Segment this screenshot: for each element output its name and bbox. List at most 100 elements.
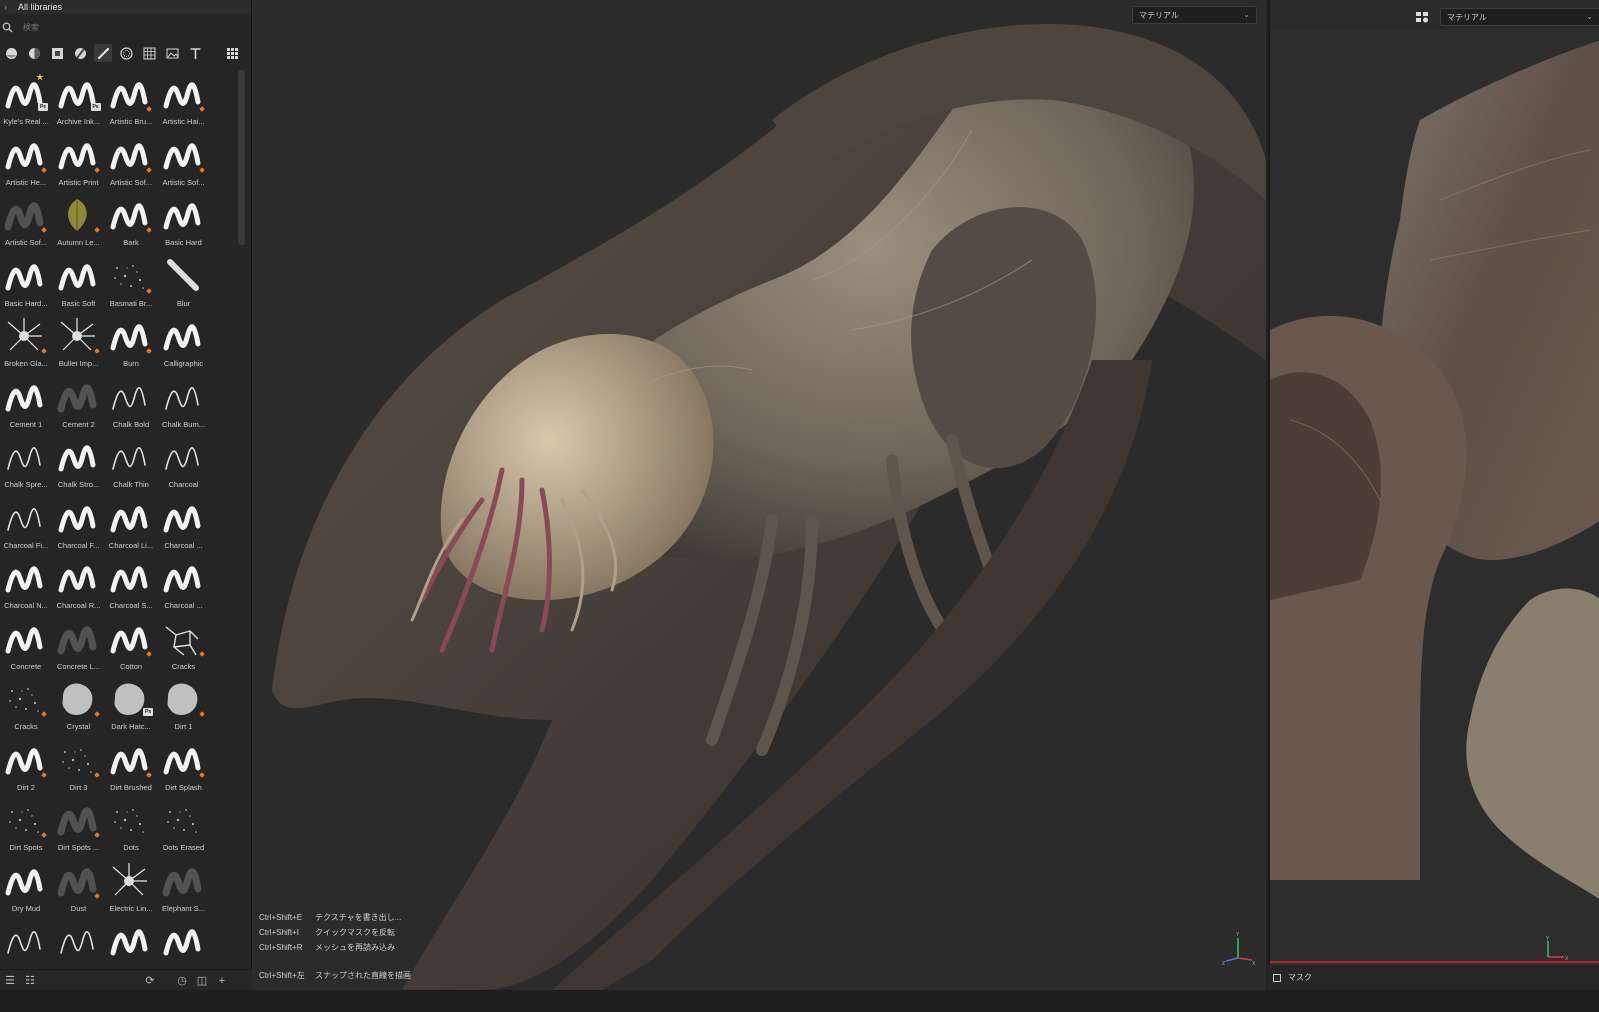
brush-tile[interactable]: Artistic Print bbox=[53, 131, 105, 191]
brush-tile[interactable]: Charcoal ... bbox=[158, 494, 210, 554]
brush-tile[interactable]: Blur bbox=[158, 252, 210, 312]
brush-thumbnail bbox=[160, 193, 204, 237]
brush-tile[interactable]: Charcoal bbox=[158, 433, 210, 493]
brush-tile[interactable]: Dots bbox=[105, 796, 157, 856]
brush-tile[interactable]: Charcoal N... bbox=[0, 554, 52, 614]
brush-tile[interactable]: Chalk Spre... bbox=[0, 433, 52, 493]
brush-tile[interactable]: Charcoal Li... bbox=[105, 494, 157, 554]
brush-tile[interactable]: Dry Mud bbox=[0, 857, 52, 917]
brush-tile[interactable]: Artistic He... bbox=[0, 131, 52, 191]
brush-tile[interactable]: Electric Lin... bbox=[105, 857, 157, 917]
brush-tile[interactable]: Artistic Bru... bbox=[105, 70, 157, 130]
display-settings-icon[interactable] bbox=[1414, 9, 1430, 25]
brush-label: Dots bbox=[123, 843, 139, 852]
material-dropdown-2d[interactable]: マテリアル ⌄ bbox=[1440, 8, 1599, 26]
brush-thumbnail bbox=[2, 677, 46, 721]
brush-tile[interactable]: Ps ★ Kyle's Real ... bbox=[0, 70, 52, 130]
material-dropdown[interactable]: マテリアル ⌄ bbox=[1132, 6, 1257, 24]
brush-tile[interactable]: Dirt Splash bbox=[158, 736, 210, 796]
detail-view-icon[interactable]: ☷ bbox=[20, 971, 40, 991]
brush-thumbnail bbox=[107, 738, 151, 782]
brush-tile[interactable]: Basic Soft bbox=[53, 252, 105, 312]
brush-tile[interactable]: Dirt Brushed bbox=[105, 736, 157, 796]
viewport-3d[interactable]: マテリアル ⌄ Ctrl+Shift+E テクスチャを書き出し... Ctrl+S… bbox=[252, 0, 1266, 990]
brush-tile[interactable]: Artistic Sof... bbox=[0, 191, 52, 251]
brush-tile[interactable]: Basic Hard bbox=[158, 191, 210, 251]
brush-label: Crystal bbox=[66, 722, 91, 731]
list-view-icon[interactable]: ☰ bbox=[0, 971, 20, 991]
library-header[interactable]: › All libraries bbox=[0, 0, 251, 14]
brush-tile[interactable]: Charcoal ... bbox=[158, 554, 210, 614]
brush-tile[interactable]: Chalk Stro... bbox=[53, 433, 105, 493]
texture-icon[interactable] bbox=[48, 44, 66, 62]
brush-tile[interactable]: Concrete bbox=[0, 615, 52, 675]
folder-icon[interactable]: ◫ bbox=[192, 971, 212, 991]
brush-tile[interactable]: Charcoal F... bbox=[53, 494, 105, 554]
brush-tile[interactable]: Burn bbox=[105, 312, 157, 372]
brush-tile[interactable]: Cement 1 bbox=[0, 373, 52, 433]
brush-tile[interactable]: Chalk Bum... bbox=[158, 373, 210, 433]
image-icon[interactable] bbox=[163, 44, 181, 62]
brush-tile[interactable]: Cotton bbox=[105, 615, 157, 675]
brush-tile[interactable]: Charcoal R... bbox=[53, 554, 105, 614]
material-icon[interactable] bbox=[25, 44, 43, 62]
stencil-icon[interactable] bbox=[117, 44, 135, 62]
brush-tile[interactable]: Dots Erased bbox=[158, 796, 210, 856]
brush-tile[interactable]: Elephant S... bbox=[158, 857, 210, 917]
brush-tile[interactable]: Artistic Hai... bbox=[158, 70, 210, 130]
brush-tile[interactable]: Chalk Bold bbox=[105, 373, 157, 433]
text-icon[interactable] bbox=[186, 44, 204, 62]
brush-label: Artistic He... bbox=[5, 177, 47, 187]
brush-thumbnail bbox=[55, 677, 99, 721]
library-search-input[interactable] bbox=[21, 21, 221, 33]
smart-material-icon[interactable] bbox=[71, 44, 89, 62]
brush-icon[interactable] bbox=[94, 44, 112, 62]
brush-thumbnail bbox=[160, 375, 204, 419]
brush-tile[interactable]: Artistic Sof... bbox=[105, 131, 157, 191]
brush-thumbnail bbox=[2, 193, 46, 237]
chevron-right-icon[interactable]: › bbox=[4, 2, 12, 12]
brush-tile[interactable]: Bullet Imp... bbox=[53, 312, 105, 372]
viewport-2d[interactable]: マテリアル ⌄ Y X bbox=[1268, 0, 1599, 965]
brush-tile[interactable]: Ps Archive Ink... bbox=[53, 70, 105, 130]
brush-tile[interactable]: Dirt 2 bbox=[0, 736, 52, 796]
brush-tile[interactable]: Artistic Sof... bbox=[158, 131, 210, 191]
brush-tile[interactable]: Basic Hard... bbox=[0, 252, 52, 312]
brush-tile[interactable] bbox=[0, 917, 52, 968]
history-icon[interactable]: ◷ bbox=[172, 971, 192, 991]
axis-y-label: Y bbox=[1236, 932, 1240, 938]
brush-tile[interactable]: Broken Gla... bbox=[0, 312, 52, 372]
brush-tile[interactable] bbox=[105, 917, 157, 968]
brush-tile[interactable]: Autumn Le... bbox=[53, 191, 105, 251]
brush-tile[interactable]: Concrete L... bbox=[53, 615, 105, 675]
grid-fill-icon[interactable] bbox=[140, 44, 158, 62]
brush-tile[interactable] bbox=[53, 917, 105, 968]
brush-tile[interactable]: Charcoal Fi... bbox=[0, 494, 52, 554]
grid-view-icon[interactable] bbox=[223, 44, 241, 62]
brush-tile[interactable]: Dust bbox=[53, 857, 105, 917]
brush-label: Charcoal F... bbox=[57, 540, 100, 550]
brush-label: Chalk Spre... bbox=[4, 480, 48, 489]
brush-tile[interactable]: Dirt 3 bbox=[53, 736, 105, 796]
brush-tile[interactable]: Cement 2 bbox=[53, 373, 105, 433]
brush-tile[interactable]: Dirt Spots ... bbox=[53, 796, 105, 856]
sphere-icon[interactable] bbox=[2, 44, 20, 62]
brush-tile[interactable]: Crystal bbox=[53, 675, 105, 735]
brush-label: Artistic Hai... bbox=[162, 117, 205, 126]
brush-thumbnail bbox=[55, 254, 99, 298]
brush-tile[interactable]: Basmati Br... bbox=[105, 252, 157, 312]
brush-tile[interactable]: Chalk Thin bbox=[105, 433, 157, 493]
add-icon[interactable]: + bbox=[212, 971, 232, 991]
brush-tile[interactable]: Charcoal S... bbox=[105, 554, 157, 614]
brush-tile[interactable]: Cracks bbox=[158, 615, 210, 675]
brush-tile[interactable]: Dirt 1 bbox=[158, 675, 210, 735]
refresh-icon[interactable]: ⟳ bbox=[140, 971, 160, 991]
brush-tile[interactable]: Dirt Spots bbox=[0, 796, 52, 856]
brush-tile[interactable]: Bark bbox=[105, 191, 157, 251]
brush-tile[interactable]: Calligraphic bbox=[158, 312, 210, 372]
brush-tile[interactable]: Ps Dark Hatc... bbox=[105, 675, 157, 735]
brush-tile[interactable] bbox=[158, 917, 210, 968]
library-scrollbar[interactable] bbox=[238, 70, 245, 245]
brush-tile[interactable]: Cracks bbox=[0, 675, 52, 735]
mask-checkbox[interactable] bbox=[1273, 973, 1281, 982]
